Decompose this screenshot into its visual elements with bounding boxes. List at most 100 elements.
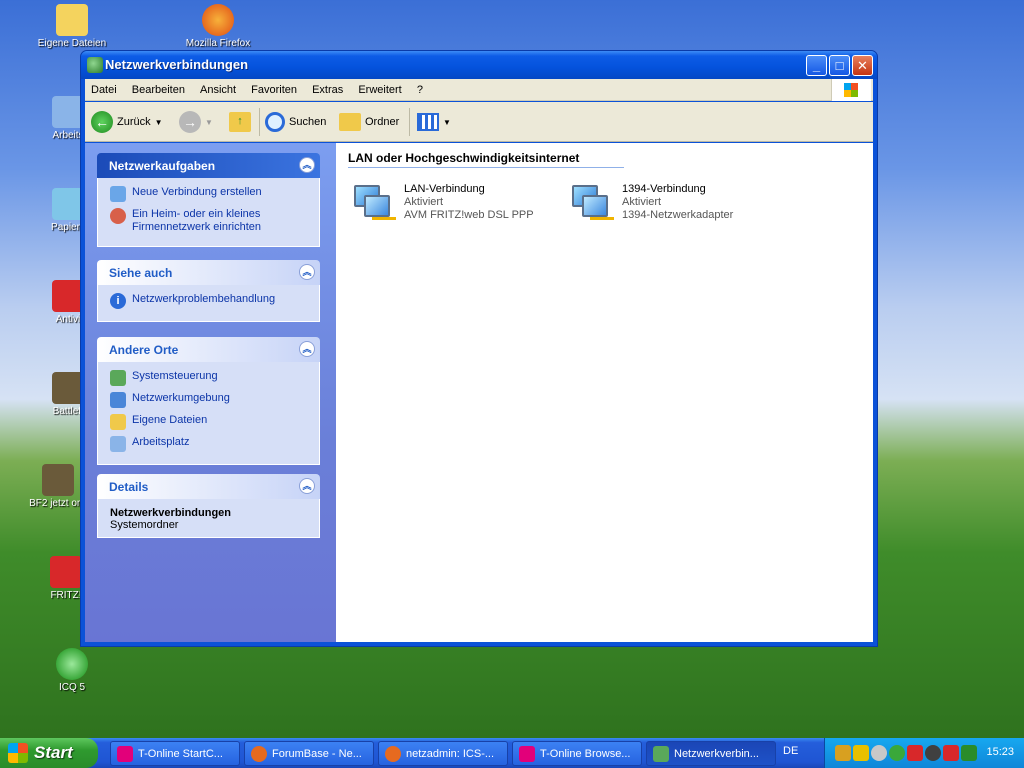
maximize-button[interactable]: □: [829, 55, 850, 76]
taskbar-button[interactable]: T-Online StartC...: [110, 741, 240, 766]
new-connection-link[interactable]: Neue Verbindung erstellen: [110, 186, 307, 202]
clock: 15:23: [986, 746, 1014, 758]
antivir-icon[interactable]: [943, 745, 959, 761]
desktop-icon-firefox[interactable]: Mozilla Firefox: [180, 4, 256, 49]
task-label: T-Online Browse...: [540, 747, 631, 760]
link-label: Eigene Dateien: [132, 414, 208, 426]
chevron-down-icon[interactable]: ▼: [155, 118, 163, 127]
desktop-icon-label: Eigene Dateien: [37, 38, 107, 49]
folders-button[interactable]: Ordner: [339, 108, 399, 136]
menu-favoriten[interactable]: Favoriten: [245, 79, 303, 96]
chevron-down-icon[interactable]: ▼: [205, 118, 213, 127]
zonealarm-icon[interactable]: [853, 745, 869, 761]
task-label: ForumBase - Ne...: [272, 747, 362, 760]
panel-title: Netzwerkaufgaben: [109, 159, 216, 173]
panel-header[interactable]: Netzwerkaufgaben ︽: [97, 153, 320, 178]
back-button[interactable]: ← Zurück ▼: [91, 108, 163, 136]
connection-name: LAN-Verbindung: [404, 183, 485, 195]
language-indicator[interactable]: DE: [783, 745, 798, 757]
taskbar-button[interactable]: T-Online Browse...: [512, 741, 642, 766]
wireless-icon[interactable]: [925, 745, 941, 761]
details-name: Netzwerkverbindungen: [110, 507, 232, 519]
tray-icon[interactable]: [889, 745, 905, 761]
link-label: Neue Verbindung erstellen: [132, 186, 262, 198]
t-online-icon: [117, 745, 133, 762]
menu-ansicht[interactable]: Ansicht: [194, 79, 242, 96]
system-tray: 15:23: [824, 738, 1024, 768]
menu-extras[interactable]: Extras: [306, 79, 349, 96]
connection-item[interactable]: LAN-Verbindung Aktiviert AVM FRITZ!web D…: [350, 183, 534, 229]
up-folder-icon: ↑: [229, 112, 251, 132]
network-connection-icon: [350, 183, 396, 229]
my-computer-link[interactable]: Arbeitsplatz: [110, 436, 307, 452]
up-folder-button[interactable]: ↑: [229, 108, 251, 136]
back-label: Zurück: [117, 116, 151, 128]
menu-datei[interactable]: Datei: [85, 79, 123, 96]
menu-bearbeiten[interactable]: Bearbeiten: [126, 79, 191, 96]
collapse-chevron-icon[interactable]: ︽: [299, 478, 315, 494]
fritz-icon: [50, 556, 82, 588]
collapse-chevron-icon[interactable]: ︽: [299, 341, 315, 357]
menu-bar: Datei Bearbeiten Ansicht Favoriten Extra…: [85, 79, 873, 101]
new-connection-icon: [110, 186, 126, 202]
group-header: LAN oder Hochgeschwindigkeitsinternet: [348, 151, 624, 168]
panel-header[interactable]: Andere Orte ︽: [97, 337, 320, 362]
taskbar-button[interactable]: ForumBase - Ne...: [244, 741, 374, 766]
taskbar-button-active[interactable]: Netzwerkverbin...: [646, 741, 776, 766]
menu-help[interactable]: ?: [411, 79, 429, 96]
panel-body: Neue Verbindung erstellen Ein Heim- oder…: [97, 178, 320, 247]
documents-folder-icon: [110, 414, 126, 430]
panel-title: Siehe auch: [109, 266, 173, 280]
connection-device: 1394-Netzwerkadapter: [622, 209, 734, 221]
link-label: Arbeitsplatz: [132, 436, 190, 448]
minimize-button[interactable]: _: [806, 55, 827, 76]
collapse-chevron-icon[interactable]: ︽: [299, 264, 315, 280]
task-label: T-Online StartC...: [138, 747, 223, 760]
my-documents-link[interactable]: Eigene Dateien: [110, 414, 307, 430]
desktop-icon-icq[interactable]: ICQ 5: [34, 648, 110, 693]
desktop-icon-eigene-dateien[interactable]: Eigene Dateien: [34, 4, 110, 49]
task-pane: Netzwerkaufgaben ︽ Neue Verbindung erste…: [85, 143, 336, 642]
link-label: Ein Heim- oder ein kleines Firmennetzwer…: [132, 208, 261, 233]
home-network-link[interactable]: Ein Heim- oder ein kleines Firmennetzwer…: [110, 208, 307, 234]
computer-icon: [110, 436, 126, 452]
close-button[interactable]: ✕: [852, 55, 873, 76]
tray-icon[interactable]: [871, 745, 887, 761]
details-panel: Details ︽ Netzwerkverbindungen Systemord…: [97, 474, 320, 538]
toolbar-separator: [409, 108, 410, 136]
tray-icon[interactable]: [835, 745, 851, 761]
connection-text: LAN-Verbindung Aktiviert AVM FRITZ!web D…: [404, 183, 534, 229]
search-button[interactable]: Suchen: [265, 108, 326, 136]
tray-icon[interactable]: [961, 745, 977, 761]
troubleshooter-link[interactable]: i Netzwerkproblembehandlung: [110, 293, 307, 309]
window-titlebar[interactable]: Netzwerkverbindungen _ □ ✕: [81, 51, 877, 79]
connection-device: AVM FRITZ!web DSL PPP: [404, 209, 534, 221]
link-label: Netzwerkproblembehandlung: [132, 293, 276, 305]
views-button[interactable]: ▼: [417, 108, 451, 136]
panel-title: Andere Orte: [109, 343, 179, 357]
link-label: Systemsteuerung: [132, 370, 218, 382]
siehe-auch-panel: Siehe auch ︽ i Netzwerkproblembehandlung: [97, 260, 320, 322]
menu-erweitert[interactable]: Erweitert: [352, 79, 407, 96]
content-area: LAN oder Hochgeschwindigkeitsinternet LA…: [336, 143, 873, 642]
chevron-down-icon[interactable]: ▼: [443, 118, 451, 127]
firefox-icon: [385, 745, 401, 762]
start-button[interactable]: Start: [0, 738, 98, 768]
connection-item[interactable]: 1394-Verbindung Aktiviert 1394-Netzwerka…: [568, 183, 733, 229]
network-connection-icon: [568, 183, 614, 229]
icq-flower-icon: [56, 648, 88, 680]
panel-header[interactable]: Siehe auch ︽: [97, 260, 320, 285]
panel-header[interactable]: Details ︽: [97, 474, 320, 499]
network-places-link[interactable]: Netzwerkumgebung: [110, 392, 307, 408]
start-label: Start: [34, 743, 73, 762]
window-title: Netzwerkverbindungen: [105, 57, 249, 72]
forward-button[interactable]: → ▼: [179, 108, 213, 136]
control-panel-link[interactable]: Systemsteuerung: [110, 370, 307, 386]
ati-icon[interactable]: [907, 745, 923, 761]
taskbar-button[interactable]: netzadmin: ICS-...: [378, 741, 508, 766]
collapse-chevron-icon[interactable]: ︽: [299, 157, 315, 173]
task-label: netzadmin: ICS-...: [406, 747, 495, 760]
windows-logo-icon: [831, 79, 871, 101]
t-online-icon: [519, 745, 535, 762]
folder-icon: [339, 113, 361, 131]
